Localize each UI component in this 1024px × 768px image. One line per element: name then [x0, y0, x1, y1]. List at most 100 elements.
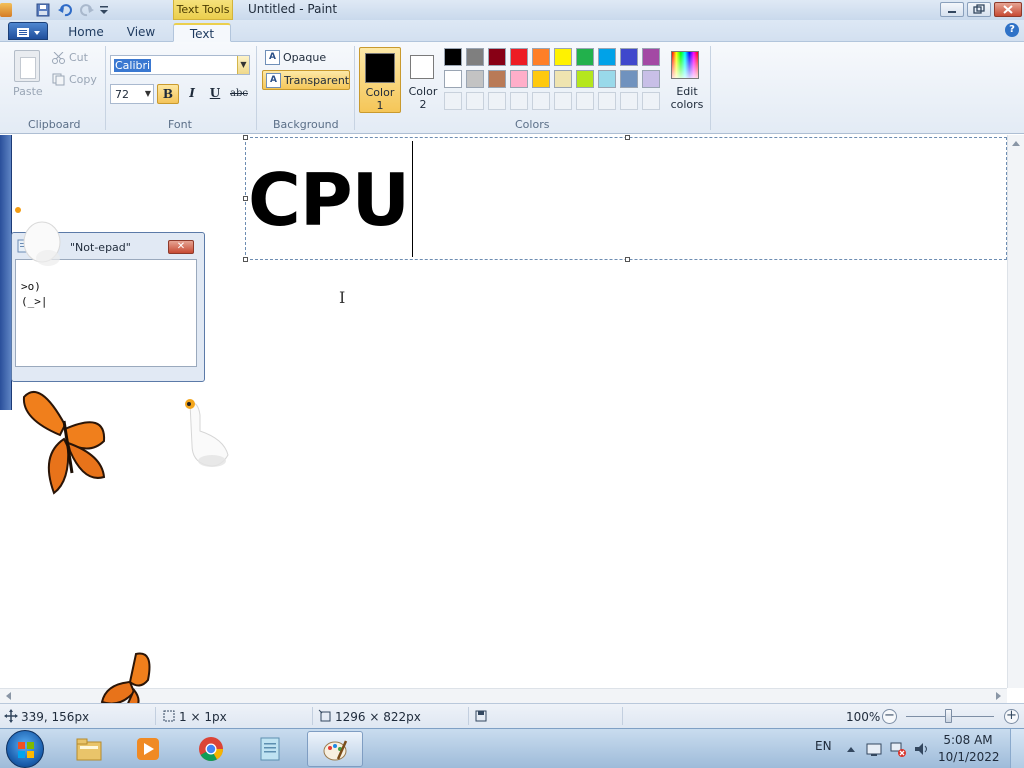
- chrome-icon: [199, 737, 223, 762]
- resize-handle[interactable]: [625, 135, 630, 140]
- language-indicator[interactable]: EN: [815, 739, 832, 753]
- font-size-combobox[interactable]: 72 ▼: [110, 84, 154, 104]
- windows-logo-icon: [18, 742, 34, 758]
- color-swatch[interactable]: [444, 48, 462, 66]
- taskbar-chrome[interactable]: [184, 731, 240, 767]
- cut-icon[interactable]: [52, 51, 66, 67]
- color-swatch[interactable]: [466, 70, 484, 88]
- color-swatch[interactable]: [598, 48, 616, 66]
- canvas-text[interactable]: CPU: [248, 150, 410, 250]
- color-swatch[interactable]: [576, 70, 594, 88]
- opaque-button[interactable]: A Opaque: [262, 48, 350, 68]
- tab-text[interactable]: Text: [173, 23, 231, 42]
- color-swatch[interactable]: [554, 70, 572, 88]
- copy-icon[interactable]: [52, 73, 66, 89]
- paint-app-icon[interactable]: [0, 3, 12, 17]
- show-hidden-icons-icon[interactable]: [846, 744, 856, 754]
- custom-color-slot[interactable]: [598, 92, 616, 110]
- color-swatch[interactable]: [510, 48, 528, 66]
- clock-date[interactable]: 10/1/2022: [938, 750, 1000, 764]
- zoom-slider-thumb[interactable]: [945, 709, 952, 723]
- color-swatch[interactable]: [598, 70, 616, 88]
- color-swatch[interactable]: [488, 70, 506, 88]
- color-swatch[interactable]: [466, 48, 484, 66]
- underline-button[interactable]: U: [204, 84, 226, 104]
- copy-button[interactable]: Copy: [69, 73, 97, 86]
- opaque-label: Opaque: [283, 51, 327, 64]
- resize-handle[interactable]: [625, 257, 630, 262]
- custom-color-slot[interactable]: [576, 92, 594, 110]
- color-swatch[interactable]: [444, 70, 462, 88]
- strikethrough-button[interactable]: abc: [227, 84, 251, 104]
- taskbar: EN 5:08 AM 10/1/2022: [0, 728, 1024, 768]
- notepad-text-area[interactable]: >o) (_>|: [15, 259, 197, 367]
- color-swatch[interactable]: [532, 48, 550, 66]
- custom-color-slot[interactable]: [642, 92, 660, 110]
- resize-handle[interactable]: [243, 257, 248, 262]
- taskbar-paint[interactable]: [307, 731, 363, 767]
- italic-button[interactable]: I: [181, 84, 203, 104]
- resize-handle[interactable]: [243, 135, 248, 140]
- vertical-scrollbar[interactable]: [1007, 135, 1024, 688]
- customize-qat-icon[interactable]: [99, 4, 109, 16]
- edit-colors-button[interactable]: Edit colors: [667, 47, 707, 113]
- scroll-left-icon[interactable]: [2, 689, 14, 703]
- clipboard-group-label: Clipboard: [28, 118, 81, 131]
- minimize-button[interactable]: [940, 2, 964, 17]
- zoom-in-button[interactable]: +: [1004, 709, 1019, 724]
- color-swatch[interactable]: [532, 70, 550, 88]
- show-desktop-button[interactable]: [1010, 729, 1024, 768]
- start-button[interactable]: [6, 730, 44, 768]
- taskbar-notepad[interactable]: [243, 731, 299, 767]
- tab-view[interactable]: View: [116, 23, 166, 42]
- cut-button[interactable]: Cut: [69, 51, 88, 64]
- bold-button[interactable]: B: [157, 84, 179, 104]
- group-divider: [105, 46, 106, 130]
- color1-swatch: [365, 53, 395, 83]
- taskbar-media-player[interactable]: [121, 731, 177, 767]
- notepad-title: "Not-epad": [70, 241, 131, 254]
- color-swatch[interactable]: [554, 48, 572, 66]
- paste-icon[interactable]: [14, 50, 40, 82]
- color1-button[interactable]: Color 1: [359, 47, 401, 113]
- paste-button[interactable]: Paste: [13, 85, 43, 98]
- action-center-icon[interactable]: [866, 741, 882, 757]
- color-swatch[interactable]: [576, 48, 594, 66]
- tab-home[interactable]: Home: [60, 23, 112, 42]
- volume-icon[interactable]: [914, 741, 930, 757]
- taskbar-explorer[interactable]: [62, 731, 118, 767]
- redo-icon[interactable]: [79, 2, 95, 18]
- close-button[interactable]: [994, 2, 1022, 17]
- color-swatch[interactable]: [620, 70, 638, 88]
- zoom-level: 100%: [846, 710, 881, 724]
- custom-color-slot[interactable]: [488, 92, 506, 110]
- undo-icon[interactable]: [57, 2, 73, 18]
- custom-color-slot[interactable]: [532, 92, 550, 110]
- custom-color-slot[interactable]: [554, 92, 572, 110]
- color-swatch[interactable]: [510, 70, 528, 88]
- scroll-up-icon[interactable]: [1008, 137, 1024, 149]
- notepad-close-button[interactable]: ✕: [168, 240, 194, 254]
- custom-color-slot[interactable]: [510, 92, 528, 110]
- custom-color-slot[interactable]: [620, 92, 638, 110]
- chevron-down-icon[interactable]: ▼: [237, 56, 249, 74]
- network-icon[interactable]: [890, 741, 906, 757]
- custom-color-slot[interactable]: [466, 92, 484, 110]
- custom-color-slot[interactable]: [444, 92, 462, 110]
- color2-button[interactable]: Color 2: [403, 47, 443, 113]
- color-swatch[interactable]: [642, 70, 660, 88]
- color-swatch[interactable]: [642, 48, 660, 66]
- transparent-button[interactable]: A Transparent: [262, 70, 350, 90]
- maximize-button[interactable]: [967, 2, 991, 17]
- paint-menu-button[interactable]: [8, 22, 48, 40]
- font-family-combobox[interactable]: Calibri ▼: [110, 55, 250, 75]
- selection-size: 1 × 1px: [179, 710, 227, 724]
- clock-time[interactable]: 5:08 AM: [938, 733, 998, 747]
- save-icon[interactable]: [35, 2, 51, 18]
- color-swatch[interactable]: [620, 48, 638, 66]
- help-icon[interactable]: ?: [1005, 23, 1019, 37]
- color-swatch[interactable]: [488, 48, 506, 66]
- scroll-right-icon[interactable]: [993, 689, 1005, 703]
- chevron-down-icon[interactable]: ▼: [145, 85, 151, 103]
- zoom-out-button[interactable]: −: [882, 709, 897, 724]
